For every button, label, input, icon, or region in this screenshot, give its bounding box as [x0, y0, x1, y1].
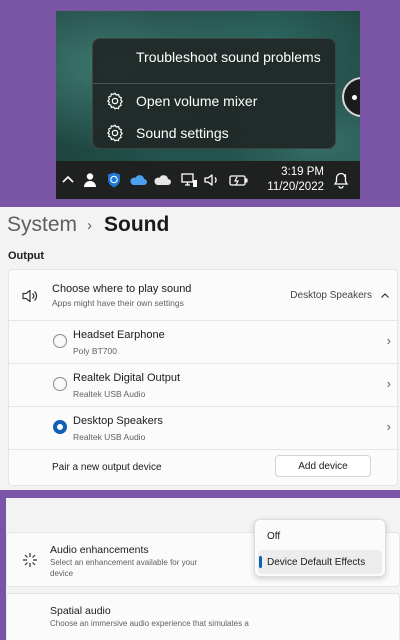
audio-enhancements-subtitle: Select an enhancement available for your	[50, 558, 198, 567]
sparkle-icon	[23, 553, 37, 567]
chevron-right-icon: ›	[386, 419, 391, 434]
chevron-up-icon	[381, 293, 389, 298]
section-heading-output: Output	[8, 250, 45, 262]
menu-item-label: Open volume mixer	[136, 93, 258, 109]
pair-device-row: Pair a new output device Add device	[8, 450, 398, 486]
taskbar-clock[interactable]: 3:19 PM 11/20/2022	[267, 165, 324, 195]
device-radio-selected[interactable]	[53, 420, 67, 434]
menu-divider	[93, 83, 335, 84]
gear-icon	[107, 124, 123, 142]
cloud-icon[interactable]	[152, 171, 172, 189]
onedrive-icon[interactable]	[128, 171, 148, 189]
breadcrumb: System › Sound	[7, 210, 169, 240]
device-name: Desktop Speakers	[73, 415, 163, 427]
speaker-icon[interactable]	[203, 171, 221, 189]
dropdown-option-off[interactable]: Off	[258, 524, 382, 548]
clock-date: 11/20/2022	[267, 181, 324, 193]
desktop-screenshot: Troubleshoot sound problems Open volume …	[56, 11, 360, 199]
menu-item-sound-settings[interactable]: Sound settings	[93, 118, 335, 148]
device-radio[interactable]	[53, 334, 67, 348]
chevron-right-icon: ›	[386, 333, 391, 348]
output-device-row[interactable]: Headset Earphone Poly BT700 ›	[8, 321, 398, 364]
settings-sound-page: System › Sound Output Choose where to pl…	[0, 207, 400, 490]
menu-item-label: Troubleshoot sound problems	[136, 49, 321, 65]
spatial-audio-title: Spatial audio	[50, 605, 111, 617]
audio-enhancements-subtitle-2: device	[50, 569, 74, 578]
network-icon[interactable]	[180, 171, 198, 189]
notification-bell-icon[interactable]	[332, 171, 350, 189]
choose-output-title: Choose where to play sound	[52, 283, 192, 295]
breadcrumb-parent[interactable]: System	[7, 213, 77, 237]
menu-item-troubleshoot[interactable]: Troubleshoot sound problems	[93, 42, 335, 72]
gear-icon	[107, 92, 123, 110]
battery-icon[interactable]	[228, 171, 250, 189]
dropdown-option-device-default[interactable]: Device Default Effects	[258, 550, 382, 574]
device-detail: Poly BT700	[73, 346, 117, 356]
spatial-audio-subtitle: Choose an immersive audio experience tha…	[50, 619, 249, 628]
enhancement-dropdown[interactable]: Off Device Default Effects	[254, 519, 386, 577]
add-device-button[interactable]: Add device	[275, 455, 371, 477]
person-icon[interactable]	[81, 171, 99, 189]
menu-item-volume-mixer[interactable]: Open volume mixer	[93, 86, 335, 116]
page-title: Sound	[104, 213, 170, 236]
shield-icon[interactable]	[105, 171, 123, 189]
desktop-overlay-button	[342, 77, 360, 117]
menu-item-label: Sound settings	[136, 125, 229, 141]
output-device-row[interactable]: Desktop Speakers Realtek USB Audio ›	[8, 407, 398, 450]
sound-context-menu: Troubleshoot sound problems Open volume …	[92, 38, 336, 149]
chevron-up-icon[interactable]	[59, 171, 77, 189]
speaker-icon	[22, 289, 38, 303]
device-radio[interactable]	[53, 377, 67, 391]
chevron-right-icon: ›	[386, 376, 391, 391]
audio-enhancements-title: Audio enhancements	[50, 544, 149, 556]
choose-output-subtitle: Apps might have their own settings	[52, 298, 184, 308]
audio-enhancements-panel: Audio enhancements Select an enhancement…	[0, 498, 400, 640]
output-device-row[interactable]: Realtek Digital Output Realtek USB Audio…	[8, 364, 398, 407]
pair-device-label: Pair a new output device	[52, 462, 162, 473]
device-detail: Realtek USB Audio	[73, 389, 146, 399]
device-name: Realtek Digital Output	[73, 372, 180, 384]
spatial-audio-row[interactable]: Spatial audio Choose an immersive audio …	[6, 593, 400, 640]
choose-output-row[interactable]: Choose where to play sound Apps might ha…	[8, 269, 398, 321]
taskbar: 3:19 PM 11/20/2022	[56, 161, 360, 199]
device-name: Headset Earphone	[73, 329, 165, 341]
device-detail: Realtek USB Audio	[73, 432, 146, 442]
selected-output-value: Desktop Speakers	[290, 290, 372, 301]
breadcrumb-chevron-icon: ›	[87, 216, 93, 234]
clock-time: 3:19 PM	[281, 166, 324, 178]
